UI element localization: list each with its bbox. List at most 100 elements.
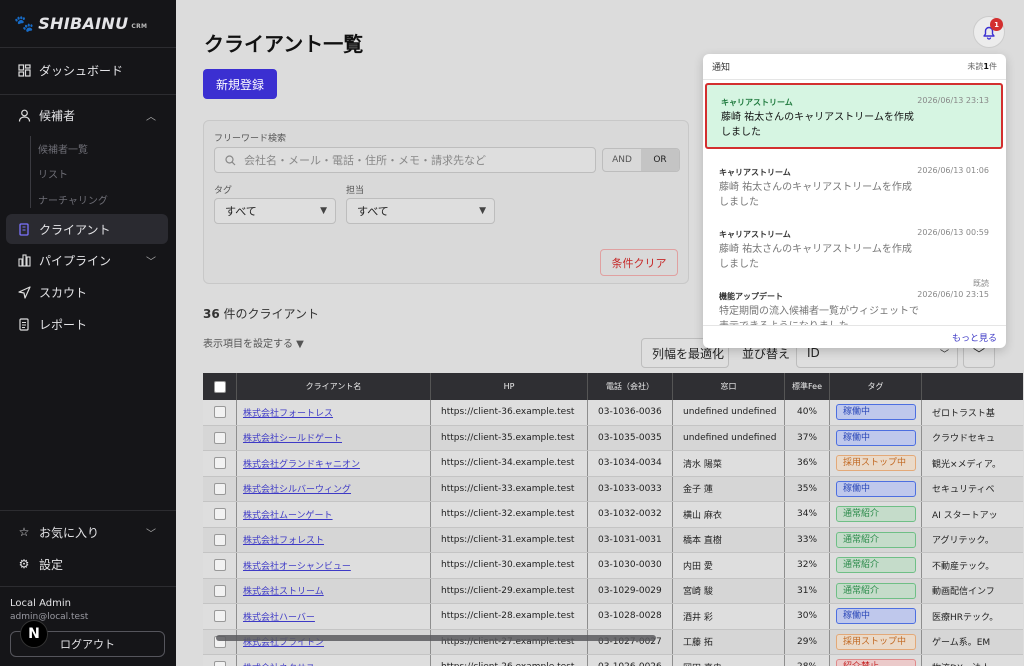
sidebar-item-scout[interactable]: スカウト bbox=[6, 277, 168, 307]
sidebar-subitem-nurturing[interactable]: ナーチャリング bbox=[38, 192, 108, 207]
table-row[interactable]: 株式会社フォレスト https://client-31.example.test 0… bbox=[203, 527, 1023, 553]
sidebar-item-label: 候補者 bbox=[39, 108, 76, 123]
search-input[interactable]: 会社名・メール・電話・住所・メモ・請求先など bbox=[214, 147, 596, 173]
contact-cell-text: 岡田 真央 bbox=[683, 661, 722, 666]
client-name-link[interactable]: 株式会社フォートレス bbox=[243, 406, 333, 419]
notification-item[interactable]: キャリアストリーム 2026/06/13 00:59 藤崎 祐太さんのキャリアストリ… bbox=[703, 215, 1006, 277]
description-cell-text: 不動産テック。 bbox=[932, 561, 995, 572]
client-name-link[interactable]: 株式会社ストリーム bbox=[243, 584, 324, 597]
clear-filters-button[interactable]: 条件クリア bbox=[600, 249, 678, 276]
tag-cell: 通常紹介 bbox=[830, 553, 922, 578]
phone-cell: 03-1027-0027 bbox=[588, 629, 673, 654]
hp-cell-text: https://client-32.example.test bbox=[441, 509, 575, 520]
show-more-link[interactable]: もっと見る bbox=[952, 331, 997, 344]
row-checkbox[interactable] bbox=[213, 610, 226, 623]
table-row[interactable]: 株式会社シールドゲート https://client-35.example.tes… bbox=[203, 425, 1023, 451]
sidebar-item-clients[interactable]: クライアント bbox=[6, 214, 168, 244]
sidebar-item-candidates[interactable]: 候補者 ︿ bbox=[6, 100, 168, 130]
sidebar-subitem-candidate-list[interactable]: 候補者一覧 bbox=[38, 141, 88, 156]
sidebar-item-favorites[interactable]: ☆ お気に入り ﹀ bbox=[6, 517, 168, 547]
row-checkbox[interactable] bbox=[213, 406, 226, 419]
app-logo[interactable]: 🐾 SHIBAINU CRM bbox=[0, 0, 176, 48]
header-fee[interactable]: 標準Fee bbox=[785, 373, 830, 400]
header-description[interactable] bbox=[922, 373, 1023, 400]
client-name-link[interactable]: 株式会社フォレスト bbox=[243, 533, 324, 546]
sidebar-item-label: 設定 bbox=[39, 557, 64, 572]
cb-cell bbox=[203, 553, 237, 578]
description-cell-text: 観光×メディア。 bbox=[932, 459, 1002, 470]
horizontal-scrollbar[interactable] bbox=[216, 635, 656, 641]
row-checkbox[interactable] bbox=[213, 457, 226, 470]
notification-item[interactable]: 機能アップデート 2026/06/10 23:15 特定期間の流入候補者一覧がウィジ… bbox=[703, 277, 1006, 325]
sidebar-subitem-list[interactable]: リスト bbox=[38, 166, 68, 181]
sidebar-item-label: レポート bbox=[39, 317, 88, 332]
status-badge: 通常紹介 bbox=[836, 582, 916, 599]
hp-cell: https://client-34.example.test bbox=[431, 451, 588, 476]
notification-category: 機能アップデート bbox=[719, 292, 783, 301]
fee-cell-text: 37% bbox=[797, 432, 818, 443]
table-row[interactable]: 株式会社フォートレス https://client-36.example.test… bbox=[203, 400, 1023, 426]
table-row[interactable]: 株式会社ムーンゲート https://client-32.example.test… bbox=[203, 502, 1023, 528]
contact-cell-text: undefined undefined bbox=[683, 407, 777, 418]
description-cell: 観光×メディア。 bbox=[922, 451, 1023, 476]
table-row[interactable]: 株式会社ブライトン https://client-27.example.test 0… bbox=[203, 629, 1023, 655]
header-contact[interactable]: 窓口 bbox=[673, 373, 785, 400]
sidebar-item-dashboard[interactable]: ダッシュボード bbox=[6, 55, 168, 85]
fee-cell: 30% bbox=[785, 604, 830, 629]
table-row[interactable]: 株式会社ストリーム https://client-29.example.test 0… bbox=[203, 578, 1023, 604]
notification-message: 藤崎 祐太さんのキャリアストリームを作成しました bbox=[719, 244, 912, 270]
phone-cell: 03-1035-0035 bbox=[588, 425, 673, 450]
or-option[interactable]: OR bbox=[641, 149, 679, 171]
notification-item[interactable]: キャリアストリーム 2026/06/13 23:13 藤崎 祐太さんのキャリアストリ… bbox=[705, 83, 1003, 149]
status-badge: 稼働中 bbox=[836, 404, 916, 421]
table-row[interactable]: 株式会社シルバーウィング https://client-33.example.te… bbox=[203, 476, 1023, 502]
table-row[interactable]: 株式会社グランドキャニオン https://client-34.example.t… bbox=[203, 451, 1023, 477]
header-client-name[interactable]: クライアント名 bbox=[237, 373, 431, 400]
client-name-link[interactable]: 株式会社シールドゲート bbox=[243, 431, 342, 444]
hp-cell-text: https://client-34.example.test bbox=[441, 458, 575, 469]
row-checkbox[interactable] bbox=[213, 482, 226, 495]
row-checkbox[interactable] bbox=[213, 584, 226, 597]
fee-cell: 32% bbox=[785, 553, 830, 578]
row-checkbox[interactable] bbox=[213, 431, 226, 444]
hp-cell: https://client-30.example.test bbox=[431, 553, 588, 578]
select-all-checkbox[interactable] bbox=[213, 380, 226, 393]
dev-badge[interactable]: N bbox=[20, 620, 48, 648]
client-name-link[interactable]: 株式会社ハーバー bbox=[243, 610, 315, 623]
cb-cell bbox=[203, 425, 237, 450]
client-name-link[interactable]: 株式会社ムーンゲート bbox=[243, 508, 333, 521]
header-phone[interactable]: 電話（会社） bbox=[588, 373, 673, 400]
freeword-label: フリーワード検索 bbox=[214, 134, 287, 144]
sidebar-item-pipeline[interactable]: パイプライン ﹀ bbox=[6, 245, 168, 275]
table-row[interactable]: 株式会社ネクサス https://client-26.example.test 03… bbox=[203, 655, 1023, 666]
client-name-link[interactable]: 株式会社オーシャンビュー bbox=[243, 559, 351, 572]
table-row[interactable]: 株式会社オーシャンビュー https://client-30.example.te… bbox=[203, 553, 1023, 579]
column-settings-link[interactable]: 表示項目を設定する ▼ bbox=[203, 335, 304, 350]
sidebar-item-settings[interactable]: ⚙ 設定 bbox=[6, 549, 168, 579]
star-icon: ☆ bbox=[18, 525, 30, 539]
and-option[interactable]: AND bbox=[603, 149, 641, 171]
phone-cell: 03-1029-0029 bbox=[588, 578, 673, 603]
client-name-link[interactable]: 株式会社シルバーウィング bbox=[243, 482, 351, 495]
row-checkbox[interactable] bbox=[213, 661, 226, 666]
client-name-link[interactable]: 株式会社ネクサス bbox=[243, 661, 315, 666]
and-or-toggle: AND OR bbox=[602, 148, 680, 172]
unread-count: 未読1件 bbox=[967, 61, 997, 72]
tag-select[interactable]: すべて ▼ bbox=[214, 198, 336, 224]
new-client-button[interactable]: 新規登録 bbox=[203, 69, 277, 99]
hp-cell-text: https://client-29.example.test bbox=[441, 585, 575, 596]
table-row[interactable]: 株式会社ハーバー https://client-28.example.test 03… bbox=[203, 604, 1023, 630]
sidebar-item-report[interactable]: レポート bbox=[6, 309, 168, 339]
row-checkbox[interactable] bbox=[213, 533, 226, 546]
unread-prefix: 未読 bbox=[967, 62, 984, 71]
row-checkbox[interactable] bbox=[213, 508, 226, 521]
row-checkbox[interactable] bbox=[213, 559, 226, 572]
client-name-link[interactable]: 株式会社グランドキャニオン bbox=[243, 457, 360, 470]
notification-item[interactable]: キャリアストリーム 2026/06/13 01:06 藤崎 祐太さんのキャリアストリ… bbox=[703, 153, 1006, 215]
contact-cell: 宮崎 駿 bbox=[673, 578, 785, 603]
owner-select[interactable]: すべて ▼ bbox=[346, 198, 495, 224]
tag-cell: 通常紹介 bbox=[830, 527, 922, 552]
header-tag[interactable]: タグ bbox=[830, 373, 922, 400]
notification-time: 2026/06/13 23:13 bbox=[917, 96, 989, 105]
header-hp[interactable]: HP bbox=[431, 373, 588, 400]
